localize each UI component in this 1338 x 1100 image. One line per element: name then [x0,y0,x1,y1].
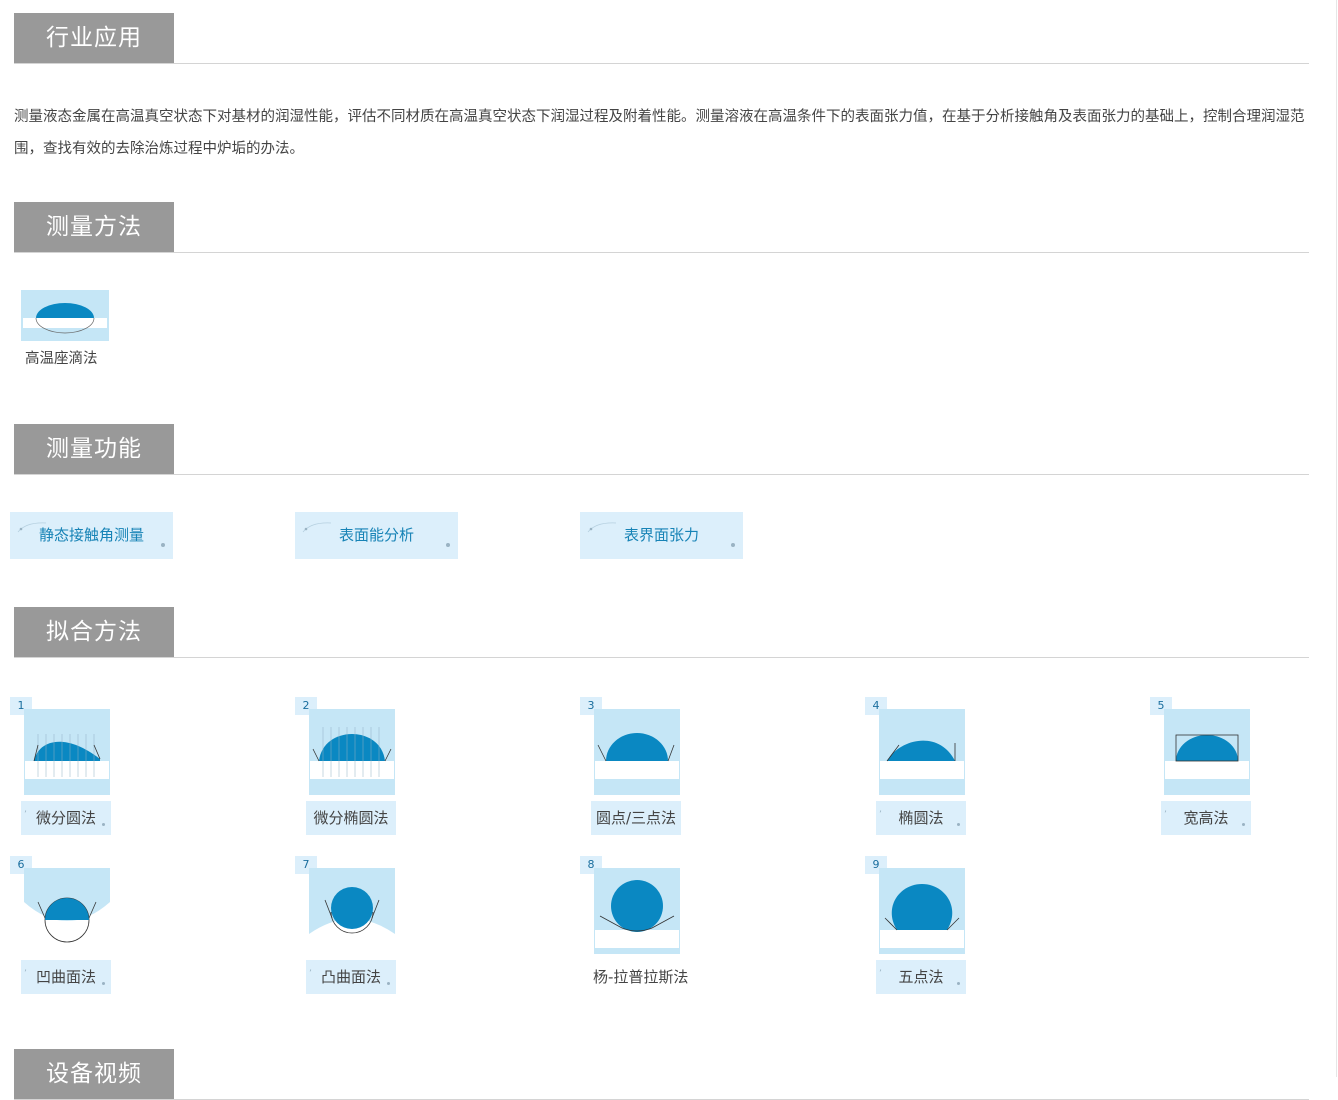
fitting-label: 凸曲面法 [320,968,381,986]
fitting-label-box: ’ 凸曲面法 [306,960,396,994]
five-point-icon [879,868,965,954]
dot-decoration-icon [161,543,165,547]
dot-decoration-icon [446,543,450,547]
section-header-industry: 行业应用 [14,13,1309,64]
fitting-label: 椭圆法 [898,809,944,827]
fitting-method-young-laplace[interactable]: 8 杨-拉普拉斯法 [580,856,690,991]
differential-circle-icon [24,709,110,795]
fitting-label-box: ’ 椭圆法 [876,801,966,835]
differential-ellipse-icon [309,709,395,795]
fitting-method-ellipse[interactable]: 4 ’ 椭圆法 [865,697,975,835]
concave-surface-icon [24,868,110,954]
function-chip-static-contact-angle[interactable]: 静态接触角测量 [10,512,173,559]
section-title-fitting: 拟合方法 [14,607,174,657]
width-height-icon [1164,709,1250,795]
function-chip-label: 表面能分析 [338,526,414,544]
fitting-label-box: 圆点/三点法 [591,801,681,835]
section-header-method: 测量方法 [14,202,1309,253]
three-point-icon [594,709,680,795]
industry-description: 测量液态金属在高温真空状态下对基材的润湿性能，评估不同材质在高温真空状态下润湿过… [14,109,1305,157]
fitting-label: 圆点/三点法 [595,809,677,827]
fitting-label: 宽高法 [1183,809,1229,827]
fitting-method-width-height[interactable]: 5 ’ 宽高法 [1150,697,1260,835]
fitting-label-box: 杨-拉普拉斯法 [593,960,701,994]
fitting-label: 微分圆法 [35,809,96,827]
fitting-method-convex-surface[interactable]: 7 ’ 凸曲面法 [295,856,405,994]
convex-surface-icon [309,868,395,954]
fitting-label: 五点法 [898,968,944,986]
method-item-sessile-drop[interactable]: 高温座滴法 [21,290,121,368]
sessile-drop-icon [21,290,109,341]
swirl-decoration-icon [302,522,332,533]
fitting-label-box: ’ 微分圆法 [21,801,111,835]
fitting-label: 微分椭圆法 [313,809,389,827]
fitting-method-concave-surface[interactable]: 6 ’ 凹曲面法 [10,856,120,994]
section-header-function: 测量功能 [14,424,1309,475]
fitting-label-box: ’ 五点法 [876,960,966,994]
section-title-video: 设备视频 [14,1049,174,1099]
section-title-industry: 行业应用 [14,13,174,63]
function-chip-interfacial-tension[interactable]: 表界面张力 [580,512,743,559]
ellipse-icon [879,709,965,795]
function-chip-label: 表界面张力 [623,526,699,544]
young-laplace-icon [594,868,680,954]
page-edge-divider [1336,0,1337,1077]
fitting-method-three-point[interactable]: 3 圆点/三点法 [580,697,690,835]
section-header-fitting: 拟合方法 [14,607,1309,658]
fitting-method-differential-circle[interactable]: 1 ’ 微分圆法 [10,697,120,835]
fitting-label: 杨-拉普拉斯法 [593,968,689,986]
section-header-video: 设备视频 [14,1049,1309,1100]
fitting-label-box: ’ 宽高法 [1161,801,1251,835]
swirl-decoration-icon [17,522,47,533]
fitting-method-five-point[interactable]: 9 ’ 五点法 [865,856,975,994]
fitting-method-differential-ellipse[interactable]: 2 微分椭圆法 [295,697,405,835]
swirl-decoration-icon [587,522,617,533]
fitting-label-box: 微分椭圆法 [306,801,396,835]
fitting-label: 凹曲面法 [35,968,96,986]
method-label: 高温座滴法 [25,351,98,367]
dot-decoration-icon [731,543,735,547]
section-title-method: 测量方法 [14,202,174,252]
function-chip-surface-energy[interactable]: 表面能分析 [295,512,458,559]
section-title-function: 测量功能 [14,424,174,474]
function-chip-label: 静态接触角测量 [38,526,144,544]
fitting-label-box: ’ 凹曲面法 [21,960,111,994]
